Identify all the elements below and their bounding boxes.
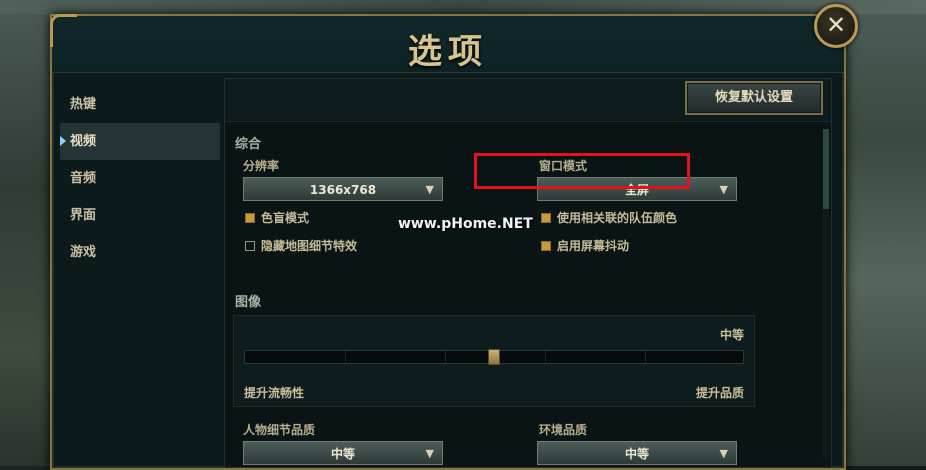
watermark: www.pHome.NET <box>398 216 533 232</box>
chevron-down-icon: ▼ <box>425 447 434 460</box>
team-colors-checkbox[interactable]: 使用相关联的队伍颜色 <box>541 210 677 226</box>
checkbox-label: 色盲模式 <box>261 211 310 225</box>
sidebar-item-audio[interactable]: 音频 <box>60 160 220 197</box>
checkbox-checked-icon <box>245 213 255 223</box>
resolution-dropdown[interactable]: 1366x768 ▼ <box>243 177 443 201</box>
sidebar-item-interface[interactable]: 界面 <box>60 197 220 234</box>
environment-quality-label: 环境品质 <box>539 423 588 437</box>
quality-label: 提升品质 <box>695 386 744 400</box>
panel-header: 恢复默认设置 <box>225 79 831 122</box>
environment-quality-dropdown[interactable]: 中等 ▼ <box>537 441 737 465</box>
sidebar-item-label: 音频 <box>70 171 97 186</box>
sidebar-item-video[interactable]: 视频 <box>60 123 220 160</box>
background-right <box>836 0 926 466</box>
resolution-value: 1366x768 <box>309 183 377 197</box>
active-marker-icon <box>60 136 66 146</box>
hide-map-details-checkbox[interactable]: 隐藏地图细节特效 <box>245 238 357 254</box>
background-top <box>0 0 926 14</box>
character-quality-dropdown[interactable]: 中等 ▼ <box>243 441 443 465</box>
character-quality-value: 中等 <box>330 447 355 461</box>
slider-tick <box>445 351 446 363</box>
sidebar-item-label: 热键 <box>70 97 97 112</box>
slider-tick <box>345 351 346 363</box>
sidebar: 热键 视频 音频 界面 游戏 <box>60 86 220 271</box>
general-section-label: 综合 <box>235 137 262 152</box>
slider-tick <box>545 351 546 363</box>
close-button[interactable]: ✕ <box>814 4 858 48</box>
restore-defaults-button[interactable]: 恢复默认设置 <box>685 81 823 115</box>
graphics-quality-box: 中等 提升流畅性 提升品质 <box>233 315 755 407</box>
checkbox-label: 使用相关联的队伍颜色 <box>557 211 678 225</box>
scrollbar-thumb[interactable] <box>823 129 829 209</box>
slider-tick <box>645 351 646 363</box>
chevron-down-icon: ▼ <box>719 183 728 196</box>
title-bar: 选项 <box>50 14 844 73</box>
sidebar-item-game[interactable]: 游戏 <box>60 234 220 271</box>
resolution-label: 分辨率 <box>243 159 280 173</box>
window-title: 选项 <box>408 32 488 72</box>
scrollbar[interactable] <box>823 129 829 459</box>
graphics-section-label: 图像 <box>235 295 262 310</box>
settings-panel: 恢复默认设置 综合 分辨率 1366x768 ▼ 窗口模式 全屏 ▼ 色盲模式 … <box>224 78 832 468</box>
chevron-down-icon: ▼ <box>719 447 728 460</box>
colorblind-mode-checkbox[interactable]: 色盲模式 <box>245 210 309 226</box>
checkbox-checked-icon <box>541 213 551 223</box>
checkbox-label: 启用屏幕抖动 <box>557 239 630 253</box>
sidebar-item-hotkeys[interactable]: 热键 <box>60 86 220 123</box>
highlight-annotation <box>474 153 690 189</box>
checkbox-unchecked-icon <box>245 241 255 251</box>
performance-label: 提升流畅性 <box>244 386 305 400</box>
chevron-down-icon: ▼ <box>425 183 434 196</box>
screen-shake-checkbox[interactable]: 启用屏幕抖动 <box>541 238 629 254</box>
slider-handle[interactable] <box>488 349 500 365</box>
close-icon: ✕ <box>825 11 847 39</box>
checkbox-label: 隐藏地图细节特效 <box>261 239 358 253</box>
sidebar-item-label: 界面 <box>70 208 97 223</box>
sidebar-item-label: 游戏 <box>70 245 97 260</box>
graphics-quality-slider[interactable] <box>244 349 744 365</box>
graphics-level-label: 中等 <box>719 328 744 342</box>
environment-quality-value: 中等 <box>624 447 649 461</box>
options-window: 选项 热键 视频 音频 界面 游戏 恢复默认设置 综合 分辨率 1366x768 <box>50 14 846 470</box>
character-quality-label: 人物细节品质 <box>243 423 316 437</box>
sidebar-item-label: 视频 <box>70 134 97 149</box>
checkbox-checked-icon <box>541 241 551 251</box>
